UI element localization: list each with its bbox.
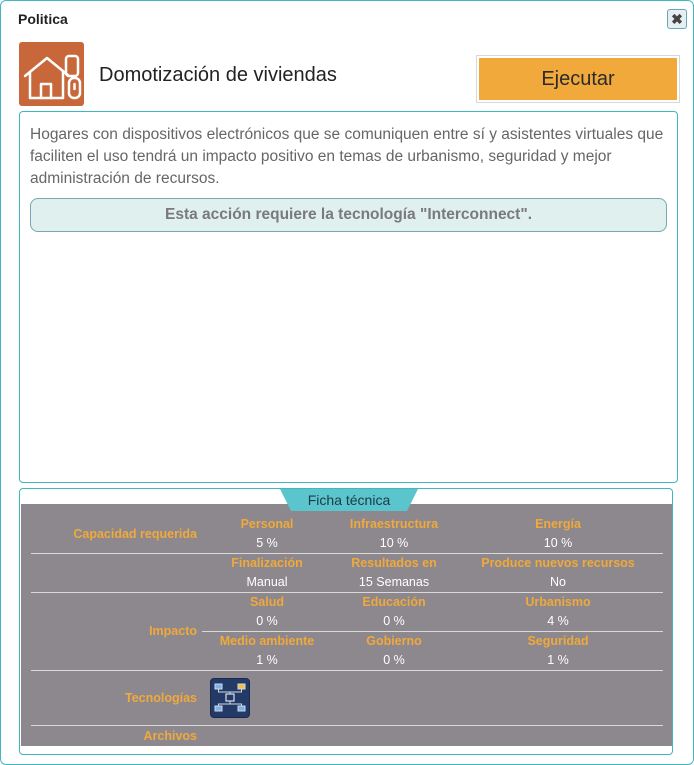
execute-button[interactable]: Ejecutar [476, 55, 680, 103]
technical-sheet-tab: Ficha técnica [280, 489, 418, 511]
divider [31, 670, 663, 671]
capacity-row-label: Capacidad requerida [73, 527, 197, 541]
gobierno-label: Gobierno [366, 634, 422, 648]
infraestructura-value: 10 % [379, 536, 409, 550]
technologies-row-label: Tecnologías [124, 691, 197, 705]
resultados-label: Resultados en [351, 556, 437, 570]
educacion-label: Educación [362, 595, 426, 609]
gobierno-value: 0 % [383, 653, 405, 667]
divider [31, 553, 663, 554]
close-icon: ✖ [671, 11, 683, 27]
description-panel: Hogares con dispositivos electrónicos qu… [19, 111, 678, 483]
finalizacion-value: Manual [246, 575, 288, 589]
divider [202, 631, 663, 632]
medio-ambiente-value: 1 % [256, 653, 278, 667]
technical-sheet: Capacidad requerida Personal 5 % Infraes… [19, 488, 673, 755]
policy-window: Politica ✖ Domotización de viviendas Eje… [0, 0, 694, 765]
seguridad-value: 1 % [547, 653, 569, 667]
seguridad-label: Seguridad [527, 634, 589, 648]
technology-requirement-notice: Esta acción requiere la tecnología "Inte… [30, 198, 667, 232]
salud-value: 0 % [256, 614, 278, 628]
home-devices-icon [19, 42, 84, 106]
close-button[interactable]: ✖ [667, 9, 687, 29]
divider [31, 592, 663, 593]
finalizacion-label: Finalización [231, 556, 303, 570]
files-row-label: Archivos [143, 729, 198, 743]
nuevos-recursos-label: Produce nuevos recursos [481, 556, 635, 570]
impact-row-label: Impacto [149, 624, 197, 638]
nuevos-recursos-value: No [550, 575, 566, 589]
policy-description: Hogares con dispositivos electrónicos qu… [30, 126, 664, 187]
infraestructura-label: Infraestructura [349, 517, 439, 531]
urbanismo-value: 4 % [547, 614, 569, 628]
medio-ambiente-label: Medio ambiente [219, 634, 315, 648]
salud-label: Salud [249, 595, 285, 609]
technical-sheet-panel: Capacidad requerida Personal 5 % Infraes… [21, 504, 672, 746]
network-tech-icon[interactable] [210, 678, 250, 718]
educacion-value: 0 % [383, 614, 405, 628]
energia-value: 10 % [543, 536, 573, 550]
resultados-value: 15 Semanas [358, 575, 430, 589]
urbanismo-label: Urbanismo [525, 595, 591, 609]
window-title: Politica [18, 11, 68, 27]
energia-label: Energía [535, 517, 581, 531]
personal-value: 5 % [256, 536, 278, 550]
policy-title: Domotización de viviendas [99, 64, 337, 86]
divider [31, 725, 663, 726]
personal-label: Personal [240, 517, 294, 531]
